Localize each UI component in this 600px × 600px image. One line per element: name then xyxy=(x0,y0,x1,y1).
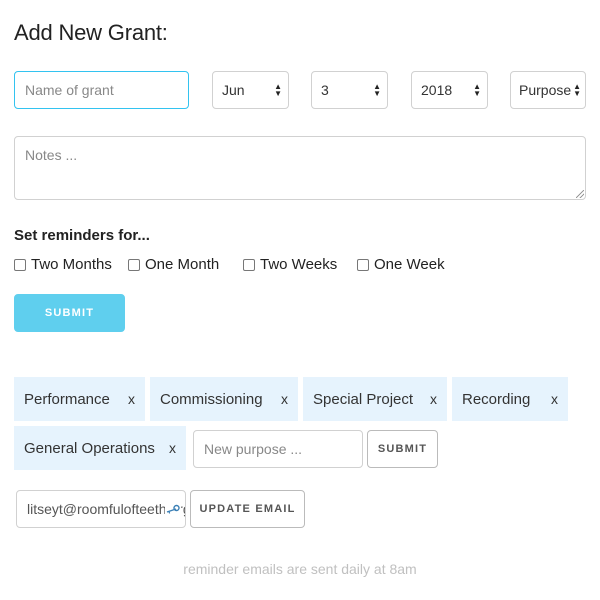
reminder-label: One Week xyxy=(374,256,445,273)
reminder-two-weeks[interactable]: Two Weeks xyxy=(243,256,337,273)
reminder-schedule-note: reminder emails are sent daily at 8am xyxy=(183,561,417,577)
remove-tag-button[interactable]: x xyxy=(281,391,288,407)
purpose-tag: Performance x xyxy=(14,377,145,421)
purpose-tag-label: Special Project xyxy=(313,390,414,408)
remove-tag-button[interactable]: x xyxy=(169,440,176,456)
autofill-key-icon[interactable] xyxy=(165,501,181,517)
grant-name-input[interactable] xyxy=(14,71,189,109)
select-arrows-icon: ▲ ▼ xyxy=(473,82,481,98)
day-select[interactable]: 3 ▲ ▼ xyxy=(311,71,388,109)
purpose-tag: Special Project x xyxy=(303,377,447,421)
remove-tag-button[interactable]: x xyxy=(128,391,135,407)
resize-grip-icon[interactable] xyxy=(576,190,584,198)
purpose-tag-label: Recording xyxy=(462,390,531,408)
checkbox[interactable] xyxy=(14,258,26,271)
purpose-tag: Commissioning x xyxy=(150,377,298,421)
email-value: litseyt@roomfulofteeth.org xyxy=(27,501,186,517)
purpose-tag-label: General Operations xyxy=(24,439,155,457)
grant-page: Add New Grant: Jun ▲▼ 3 ▲▼ 2018 ▲▼ Purpo… xyxy=(0,0,600,600)
reminder-label: One Month xyxy=(145,256,220,273)
checkbox[interactable] xyxy=(128,258,140,271)
day-value: 3 xyxy=(321,82,329,98)
submit-grant-button[interactable]: SUBMIT xyxy=(14,294,125,332)
purpose-tag: General Operations x xyxy=(14,426,186,470)
new-purpose-input[interactable] xyxy=(193,430,363,468)
year-value: 2018 xyxy=(421,82,453,98)
select-arrows-icon: ▲ ▼ xyxy=(274,82,282,98)
reminder-one-month[interactable]: One Month xyxy=(128,256,219,273)
purpose-tag-label: Performance xyxy=(24,390,110,408)
update-email-button[interactable]: UPDATE EMAIL xyxy=(190,490,305,528)
purpose-tag-label: Commissioning xyxy=(160,390,263,408)
select-arrows-icon: ▲ ▼ xyxy=(373,82,381,98)
submit-purpose-button[interactable]: SUBMIT xyxy=(367,430,438,468)
select-arrows-icon: ▲ ▼ xyxy=(573,82,581,98)
month-select[interactable]: Jun ▲ ▼ xyxy=(212,71,289,109)
purpose-select[interactable]: Purpose ▲ ▼ xyxy=(510,71,586,109)
checkbox[interactable] xyxy=(243,258,255,271)
month-value: Jun xyxy=(222,82,245,98)
email-input[interactable]: litseyt@roomfulofteeth.org xyxy=(16,490,186,528)
reminders-label: Set reminders for... xyxy=(14,227,150,244)
reminder-one-week[interactable]: One Week xyxy=(357,256,445,273)
remove-tag-button[interactable]: x xyxy=(430,391,437,407)
remove-tag-button[interactable]: x xyxy=(551,391,558,407)
notes-wrapper xyxy=(14,136,586,200)
purpose-tag: Recording x xyxy=(452,377,568,421)
checkbox[interactable] xyxy=(357,258,369,271)
purpose-value: Purpose xyxy=(519,82,572,98)
reminder-label: Two Weeks xyxy=(260,256,338,273)
year-select[interactable]: 2018 ▲ ▼ xyxy=(411,71,488,109)
reminder-label: Two Months xyxy=(31,256,112,273)
notes-textarea[interactable] xyxy=(14,136,586,200)
reminder-two-months[interactable]: Two Months xyxy=(14,256,112,273)
page-title: Add New Grant: xyxy=(14,20,168,45)
